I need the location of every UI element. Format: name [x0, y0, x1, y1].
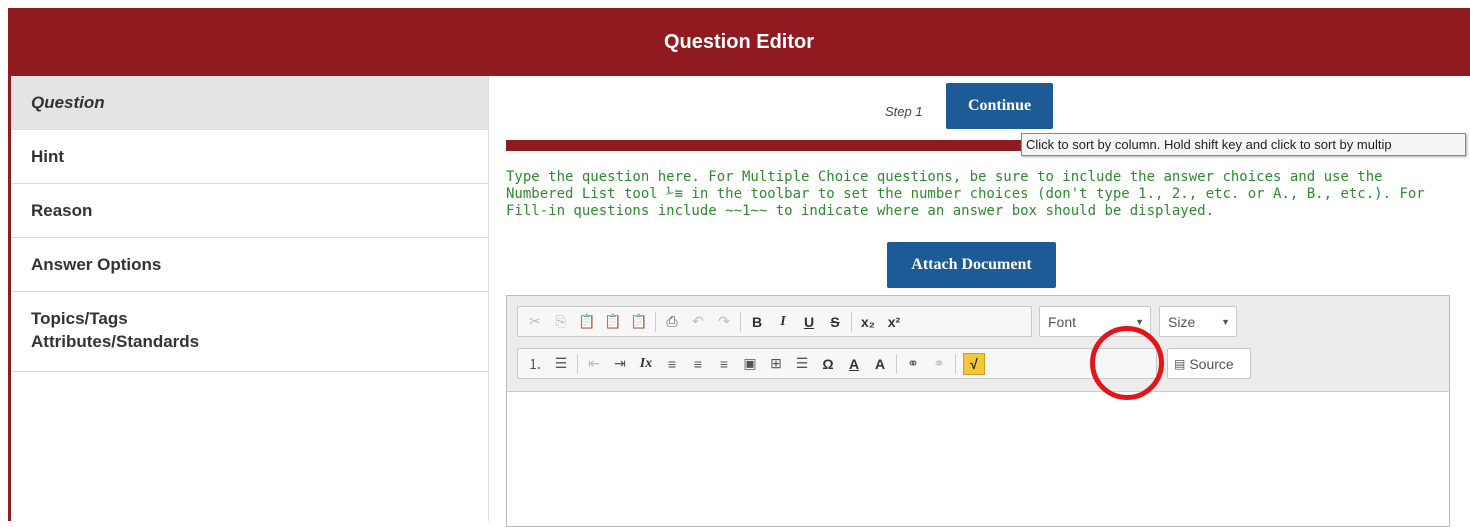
progress-divider	[506, 140, 1026, 151]
bg-color-button[interactable]: A	[867, 352, 893, 376]
copy-icon[interactable]: ⎘	[548, 310, 574, 334]
paste-word-icon[interactable]: 📋	[626, 310, 652, 334]
separator	[577, 353, 578, 374]
page-title: Question Editor	[8, 8, 1470, 76]
undo-icon[interactable]: ↶	[685, 310, 711, 334]
strikethrough-button[interactable]: S	[822, 310, 848, 334]
toolbar-row-1: ✂ ⎘ 📋 📋 📋 ⎙ ↶ ↷ B I U S x₂ x²	[517, 306, 1032, 337]
subscript-button[interactable]: x₂	[855, 310, 881, 334]
sidebar-item-topics[interactable]: Topics/Tags Attributes/Standards	[11, 292, 488, 372]
step-label: Step 1	[885, 104, 923, 119]
instructions-text: Type the question here. For Multiple Cho…	[506, 169, 1425, 219]
main-panel: Step 1 Continue Click to sort by column.…	[490, 76, 1470, 527]
sidebar-item-hint[interactable]: Hint	[11, 130, 488, 184]
superscript-button[interactable]: x²	[881, 310, 907, 334]
sidebar-item-question[interactable]: Question	[11, 76, 488, 130]
unlink-icon[interactable]: ⚭	[926, 352, 952, 376]
align-left-icon[interactable]: ≡	[659, 352, 685, 376]
sidebar-item-label: Hint	[31, 146, 65, 166]
separator	[955, 353, 956, 374]
print-icon[interactable]: ⎙	[659, 310, 685, 334]
italic-button[interactable]: I	[770, 310, 796, 334]
editor-toolbar: ✂ ⎘ 📋 📋 📋 ⎙ ↶ ↷ B I U S x₂ x² Font ▼ Siz…	[507, 296, 1449, 392]
separator	[851, 311, 852, 332]
chevron-down-icon: ▼	[1135, 317, 1144, 327]
redo-icon[interactable]: ↷	[711, 310, 737, 334]
paste-icon[interactable]: 📋	[574, 310, 600, 334]
align-right-icon[interactable]: ≡	[711, 352, 737, 376]
table-icon[interactable]: ⊞	[763, 352, 789, 376]
rich-text-editor: ✂ ⎘ 📋 📋 📋 ⎙ ↶ ↷ B I U S x₂ x² Font ▼ Siz…	[506, 295, 1450, 527]
text-color-button[interactable]: A	[841, 352, 867, 376]
image-icon[interactable]: ▣	[737, 352, 763, 376]
continue-button[interactable]: Continue	[946, 83, 1053, 129]
chevron-down-icon: ▼	[1221, 317, 1230, 327]
sidebar: Question Hint Reason Answer Options Topi…	[11, 76, 489, 521]
link-icon[interactable]: ⚭	[900, 352, 926, 376]
align-center-icon[interactable]: ≡	[685, 352, 711, 376]
highlight-circle	[1090, 326, 1164, 400]
size-select[interactable]: Size ▼	[1159, 306, 1237, 337]
math-equation-button[interactable]: √	[963, 352, 985, 375]
source-label: Source	[1189, 355, 1234, 372]
indent-icon[interactable]: ⇥	[607, 352, 633, 376]
special-char-button[interactable]: Ω	[815, 352, 841, 376]
separator	[896, 353, 897, 374]
sidebar-item-label: Topics/Tags	[31, 309, 128, 328]
sidebar-item-label: Answer Options	[31, 254, 162, 274]
bulleted-list-icon[interactable]: ☰	[548, 352, 574, 376]
sidebar-item-label: Attributes/Standards	[31, 332, 200, 351]
editor-content-area[interactable]	[507, 392, 1449, 522]
bold-button[interactable]: B	[744, 310, 770, 334]
attach-document-button[interactable]: Attach Document	[887, 242, 1056, 288]
sidebar-item-reason[interactable]: Reason	[11, 184, 488, 238]
remove-format-icon[interactable]: Ix	[633, 352, 659, 376]
source-button[interactable]: ▤ Source	[1167, 348, 1251, 379]
sidebar-item-label: Reason	[31, 200, 93, 220]
sidebar-item-answer-options[interactable]: Answer Options	[11, 238, 488, 292]
font-select-value: Font	[1048, 313, 1077, 330]
horizontal-line-icon[interactable]: ☰	[789, 352, 815, 376]
cut-icon[interactable]: ✂	[522, 310, 548, 334]
tooltip: Click to sort by column. Hold shift key …	[1021, 133, 1466, 156]
outdent-icon[interactable]: ⇤	[581, 352, 607, 376]
numbered-list-icon[interactable]: ⒈	[522, 352, 548, 376]
toolbar-row-2: ⒈ ☰ ⇤ ⇥ Ix ≡ ≡ ≡ ▣ ⊞ ☰ Ω A A ⚭ ⚭ √	[517, 348, 1157, 379]
separator	[655, 311, 656, 332]
separator	[740, 311, 741, 332]
size-select-value: Size	[1168, 313, 1196, 330]
paste-text-icon[interactable]: 📋	[600, 310, 626, 334]
sidebar-item-label: Question	[31, 92, 105, 112]
underline-button[interactable]: U	[796, 310, 822, 334]
source-icon: ▤	[1174, 356, 1186, 371]
